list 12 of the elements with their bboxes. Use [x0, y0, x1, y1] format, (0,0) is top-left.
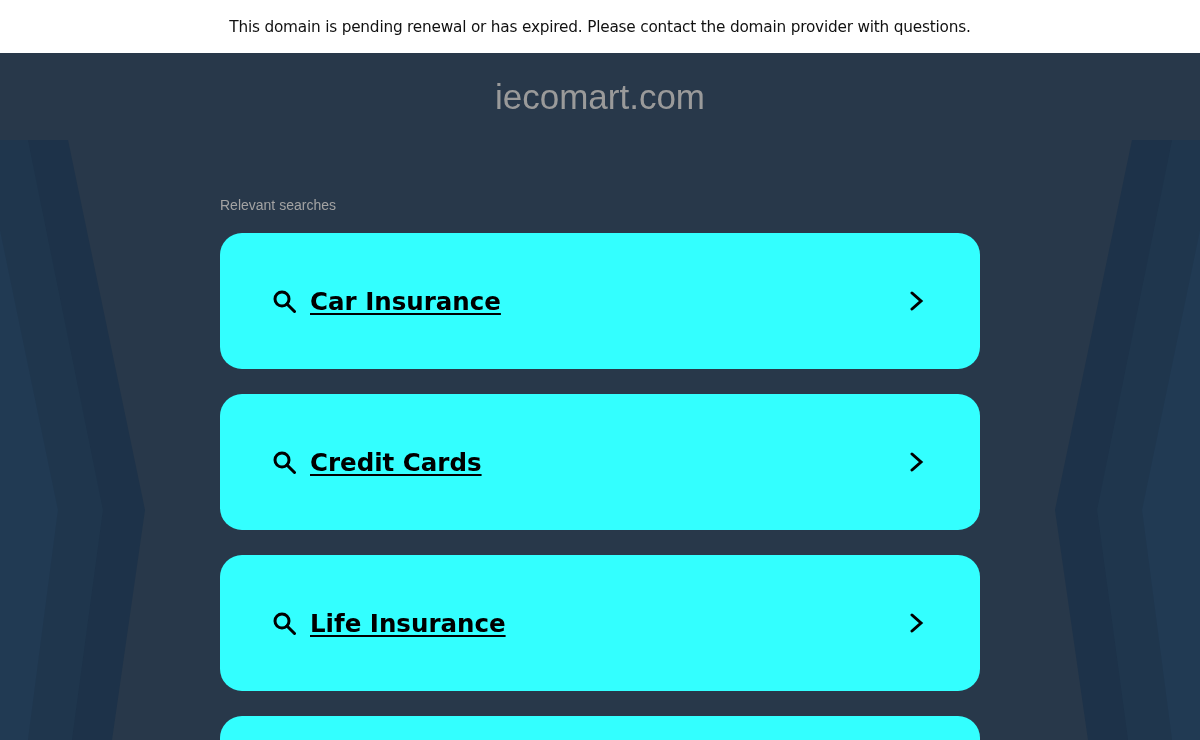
search-result-link[interactable]: Car Insurance	[220, 233, 980, 369]
search-icon	[273, 450, 296, 474]
search-result-link[interactable]: Credit Cards	[220, 394, 980, 530]
site-title: iecomart.com	[494, 75, 706, 118]
chevron-right-icon	[910, 613, 924, 633]
chevron-right-icon	[910, 452, 924, 472]
chevron-right-icon	[910, 291, 924, 311]
section-heading: Relevant searches	[220, 197, 337, 213]
search-icon	[273, 289, 296, 313]
search-result-link[interactable]: Life Insurance	[220, 555, 980, 691]
search-icon	[273, 611, 296, 635]
notice-text: This domain is pending renewal or has expired. Please contact the domain provider with questions.	[229, 17, 971, 36]
